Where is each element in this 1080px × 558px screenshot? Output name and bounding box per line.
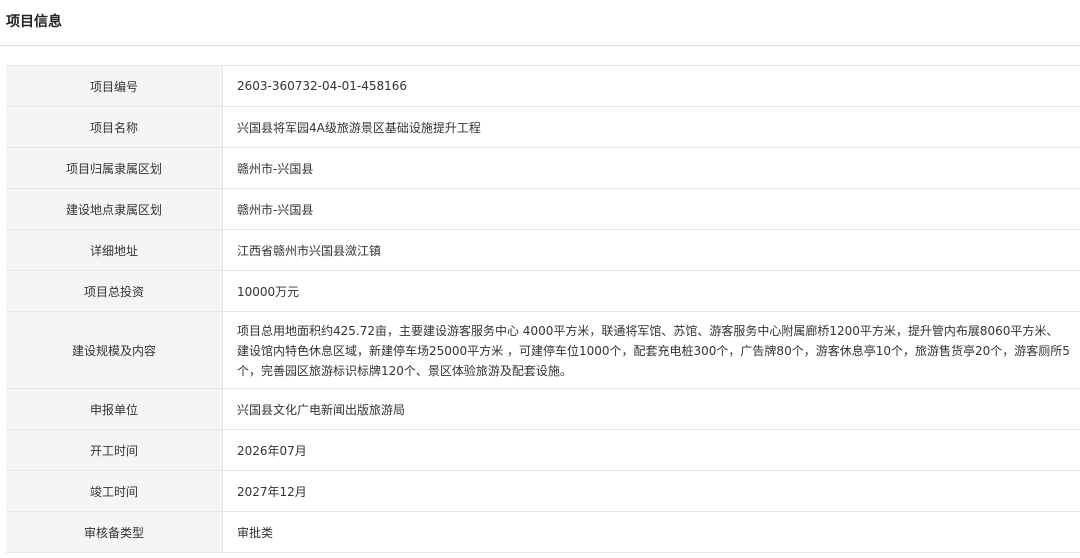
table-row-site-region: 建设地点隶属区划 赣州市-兴国县 <box>6 189 1080 230</box>
table-row-address: 详细地址 江西省赣州市兴国县潋江镇 <box>6 230 1080 271</box>
row-label: 审核备类型 <box>6 512 223 552</box>
row-value: 审批类 <box>237 525 274 540</box>
table-row-start-date: 开工时间 2026年07月 <box>6 430 1080 471</box>
scope-text: 项目总用地面积约425.72亩，主要建设游客服务中心 4000平方米，联通将军馆… <box>237 324 1070 378</box>
row-value: 江西省赣州市兴国县潋江镇 <box>237 243 382 258</box>
row-label: 项目编号 <box>6 66 223 106</box>
row-label: 项目名称 <box>6 107 223 147</box>
row-label: 开工时间 <box>6 430 223 470</box>
row-value: 项目总用地面积约425.72亩，主要建设游客服务中心 4000平方米，联通将军馆… <box>223 312 1080 388</box>
table-row-project-name: 项目名称 兴国县将军园4A级旅游景区基础设施提升工程 <box>6 107 1080 148</box>
table-row-project-number: 项目编号 2603-360732-04-01-458166 <box>6 66 1080 107</box>
table-row-project-region: 项目归属隶属区划 赣州市-兴国县 <box>6 148 1080 189</box>
row-value: 2027年12月 <box>237 484 307 499</box>
row-value: 赣州市-兴国县 <box>237 161 314 176</box>
row-value: 2603-360732-04-01-458166 <box>237 79 408 93</box>
table-row-scope: 建设规模及内容 项目总用地面积约425.72亩，主要建设游客服务中心 4000平… <box>6 312 1080 389</box>
section-title: 项目信息 <box>6 14 62 30</box>
row-label: 建设地点隶属区划 <box>6 189 223 229</box>
row-label: 竣工时间 <box>6 471 223 511</box>
table-row-applicant: 申报单位 兴国县文化广电新闻出版旅游局 <box>6 389 1080 430</box>
row-value: 赣州市-兴国县 <box>237 202 314 217</box>
table-row-approval-type: 审核备类型 审批类 <box>6 512 1080 553</box>
row-label: 项目总投资 <box>6 271 223 311</box>
row-label: 详细地址 <box>6 230 223 270</box>
table-row-total-investment: 项目总投资 10000万元 <box>6 271 1080 312</box>
row-label: 建设规模及内容 <box>6 312 223 388</box>
row-value: 兴国县文化广电新闻出版旅游局 <box>237 402 406 417</box>
row-value: 2026年07月 <box>237 443 307 458</box>
section-header: 项目信息 <box>0 0 1080 46</box>
row-label: 申报单位 <box>6 389 223 429</box>
row-value: 兴国县将军园4A级旅游景区基础设施提升工程 <box>237 120 481 135</box>
project-info-table: 项目编号 2603-360732-04-01-458166 项目名称 兴国县将军… <box>6 65 1080 553</box>
row-label: 项目归属隶属区划 <box>6 148 223 188</box>
table-row-completion-date: 竣工时间 2027年12月 <box>6 471 1080 512</box>
row-value: 10000万元 <box>237 284 300 299</box>
